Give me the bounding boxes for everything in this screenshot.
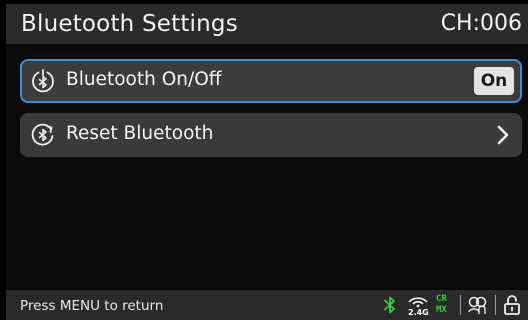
unlock-icon	[504, 295, 520, 315]
menu-item-bluetooth-on-off[interactable]: Bluetooth On/Off On	[20, 59, 522, 103]
bluetooth-settings-screen: Bluetooth Settings CH:006 Bluetooth On/O…	[6, 4, 528, 320]
bluetooth-icon	[384, 296, 395, 314]
status-divider	[495, 295, 496, 315]
wireless-2-4g-icon	[408, 297, 428, 308]
bluetooth-reset-icon	[31, 123, 54, 146]
chevron-right-icon	[497, 125, 509, 145]
menu-item-reset-bluetooth[interactable]: Reset Bluetooth	[20, 113, 522, 157]
channel-indicator: CH:006	[440, 11, 522, 36]
return-hint: Press MENU to return	[20, 298, 164, 314]
crmx-bottom-label: MX	[436, 305, 447, 315]
wireless-band-label: 2.4G	[408, 308, 429, 317]
group-icon	[468, 296, 487, 314]
bluetooth-toggle-value[interactable]: On	[474, 67, 514, 95]
menu-item-label: Bluetooth On/Off	[66, 69, 222, 90]
page-title: Bluetooth Settings	[21, 11, 238, 37]
status-divider	[460, 295, 461, 315]
header-bar: Bluetooth Settings CH:006	[6, 4, 528, 44]
menu-item-label: Reset Bluetooth	[66, 123, 214, 144]
status-bar: Press MENU to return 2.4G CR MX	[6, 290, 528, 320]
bluetooth-power-icon	[32, 69, 54, 93]
crmx-top-label: CR	[436, 294, 447, 304]
